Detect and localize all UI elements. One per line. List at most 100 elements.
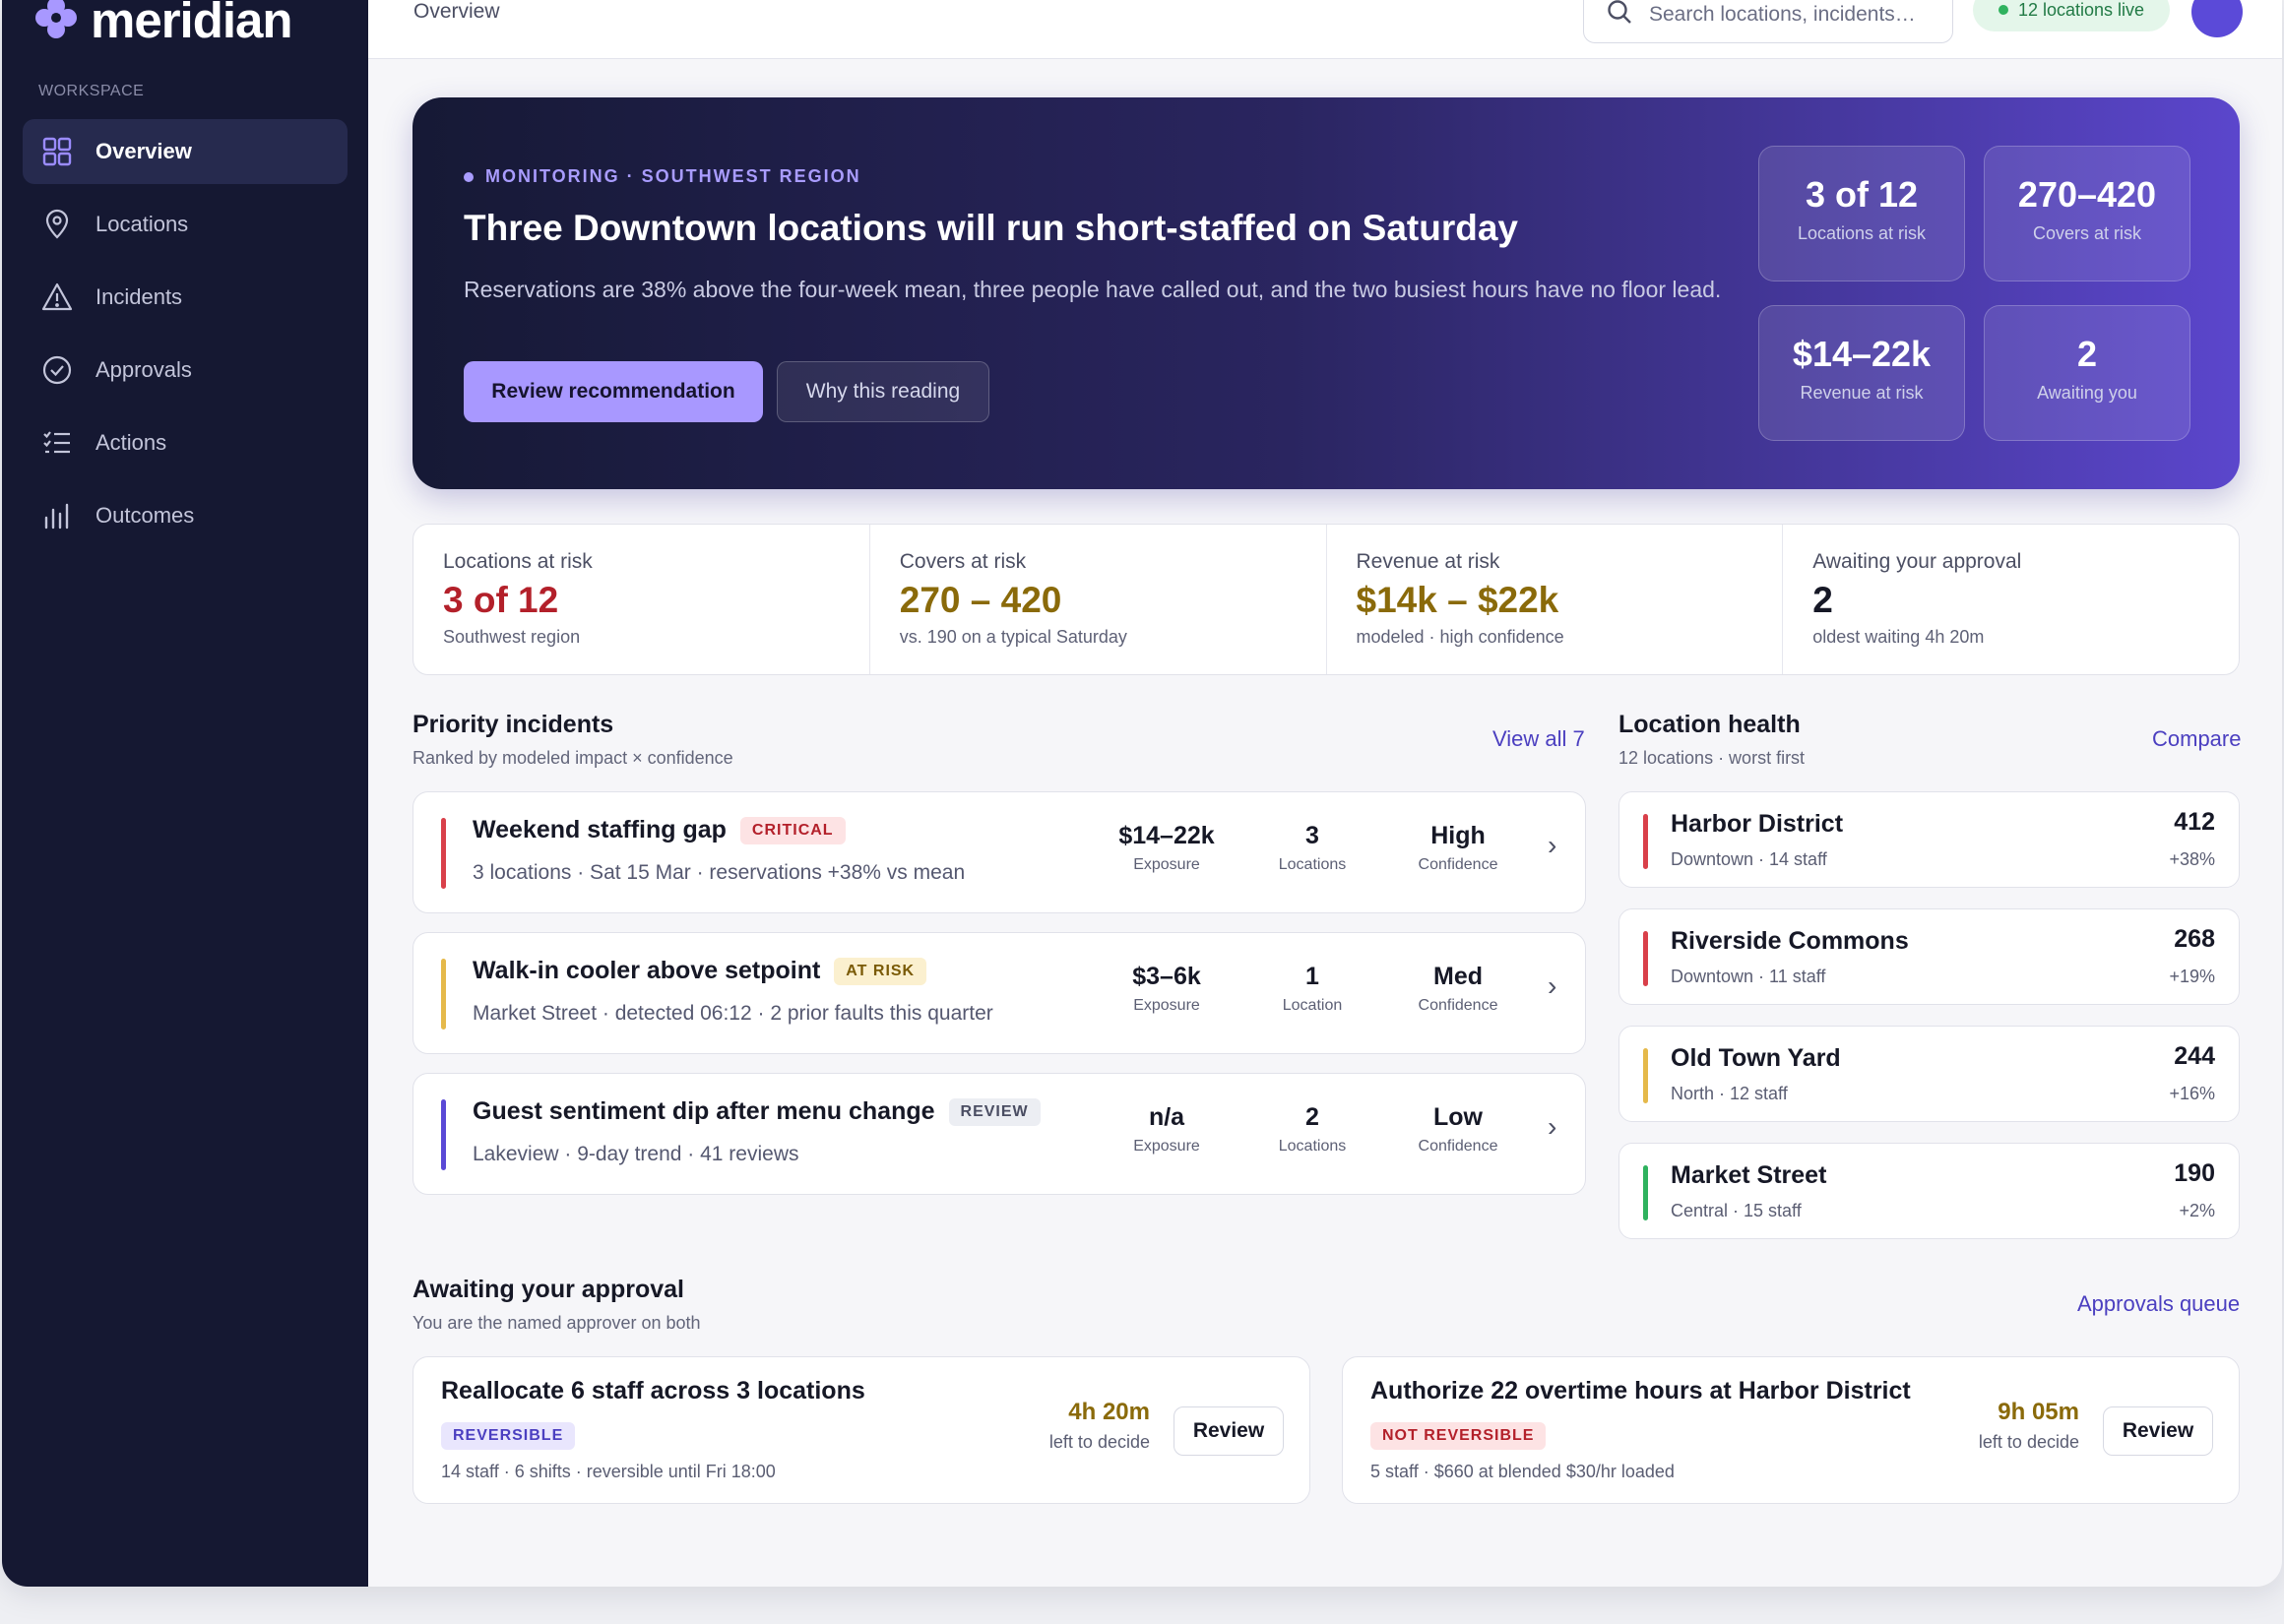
location-name: Riverside Commons — [1671, 927, 1909, 955]
topbar: Overview Search locations, incidents… 12… — [368, 0, 2282, 59]
reversibility-badge: NOT REVERSIBLE — [1370, 1422, 1547, 1450]
incident-meta: 3 locations · Sat 15 Mar · reservations … — [473, 861, 966, 884]
exposure-stat: n/a Exposure — [1093, 1103, 1240, 1156]
location-card[interactable]: Old Town Yard North · 12 staff 244 +16% — [1618, 1026, 2240, 1122]
hero-banner: MONITORING · SOUTHWEST REGION Three Down… — [412, 97, 2240, 489]
sidebar-item-locations[interactable]: Locations — [23, 192, 348, 257]
health-bar — [1643, 1165, 1648, 1220]
incidents-subtitle: Ranked by modeled impact × confidence — [412, 748, 733, 768]
live-status-label: 12 locations live — [2017, 0, 2145, 20]
review-button[interactable]: Review — [2103, 1406, 2213, 1456]
incidents-title: Priority incidents — [412, 711, 614, 738]
incident-meta: Lakeview · 9-day trend · 41 reviews — [473, 1143, 799, 1165]
brand[interactable]: meridian — [33, 0, 293, 49]
location-card[interactable]: Market Street Central · 15 staff 190 +2% — [1618, 1143, 2240, 1239]
sidebar-item-approvals[interactable]: Approvals — [23, 338, 348, 403]
sidebar-item-outcomes[interactable]: Outcomes — [23, 483, 348, 548]
health-bar — [1643, 1048, 1648, 1103]
map-pin-icon — [40, 208, 74, 241]
location-value: 190 — [2174, 1159, 2215, 1187]
location-name: Market Street — [1671, 1161, 1827, 1189]
bar-chart-icon — [40, 499, 74, 532]
approvals-queue-link[interactable]: Approvals queue — [2077, 1291, 2240, 1317]
kpi-title: Awaiting your approval — [1812, 550, 2022, 573]
chevron-right-icon[interactable]: › — [1548, 830, 1556, 861]
severity-badge: AT RISK — [834, 957, 927, 985]
chevron-right-icon[interactable]: › — [1548, 970, 1556, 1002]
location-name: Harbor District — [1671, 810, 1844, 838]
sidebar-item-label: Incidents — [95, 284, 183, 309]
stat-label: Exposure — [1133, 856, 1200, 873]
reversibility-badge: REVERSIBLE — [441, 1422, 576, 1450]
location-value: 244 — [2174, 1042, 2215, 1070]
locations-stat: 1 Location — [1238, 963, 1386, 1015]
incident-title: Guest sentiment dip after menu change RE… — [473, 1097, 1041, 1126]
review-button[interactable]: Review — [1174, 1406, 1284, 1456]
kpi-revenue-at-risk: Revenue at risk $14k – $22k modeled · hi… — [1327, 525, 1784, 674]
confidence-stat: High Confidence — [1384, 822, 1532, 874]
severity-badge: REVIEW — [948, 1097, 1041, 1126]
hero-stat-label: Covers at risk — [2032, 223, 2142, 243]
stat-value: Med — [1433, 963, 1483, 990]
location-card[interactable]: Harbor District Downtown · 14 staff 412 … — [1618, 791, 2240, 888]
kpi-value: $14k – $22k — [1356, 580, 1559, 620]
location-card[interactable]: Riverside Commons Downtown · 11 staff 26… — [1618, 908, 2240, 1005]
compare-link[interactable]: Compare — [2152, 726, 2241, 752]
kpi-subtitle: Southwest region — [443, 627, 581, 647]
kpi-row: Locations at risk 3 of 12 Southwest regi… — [412, 524, 2240, 675]
kpi-locations-at-risk: Locations at risk 3 of 12 Southwest regi… — [413, 525, 870, 674]
stat-value: 1 — [1305, 963, 1319, 990]
time-value: 9h 05m — [1998, 1399, 2079, 1425]
sidebar-item-overview[interactable]: Overview — [23, 119, 348, 184]
stat-label: Confidence — [1418, 856, 1498, 873]
hero-title: Three Downtown locations will run short-… — [464, 208, 1519, 248]
chevron-right-icon[interactable]: › — [1548, 1111, 1556, 1143]
hero-stat-value: $14–22k — [1792, 334, 1932, 374]
location-meta: Downtown · 14 staff — [1671, 849, 1827, 869]
kpi-title: Covers at risk — [899, 550, 1027, 573]
location-health-subtitle: 12 locations · worst first — [1618, 748, 1806, 768]
search-input[interactable]: Search locations, incidents… — [1583, 0, 1953, 43]
location-delta: +38% — [2169, 849, 2215, 869]
stat-label: Exposure — [1133, 1138, 1200, 1155]
kpi-value: 270 – 420 — [899, 580, 1062, 620]
stat-label: Confidence — [1418, 997, 1498, 1014]
severity-bar — [441, 959, 446, 1030]
location-delta: +2% — [2179, 1201, 2215, 1220]
kpi-subtitle: oldest waiting 4h 20m — [1812, 627, 1985, 647]
health-bar — [1643, 814, 1648, 869]
stat-label: Confidence — [1418, 1138, 1498, 1155]
why-this-reading-button[interactable]: Why this reading — [777, 361, 989, 422]
hero-stat-locations: 3 of 12 Locations at risk — [1758, 146, 1965, 281]
view-all-incidents-link[interactable]: View all 7 — [1492, 726, 1585, 752]
kpi-subtitle: modeled · high confidence — [1356, 627, 1564, 647]
incident-title: Walk-in cooler above setpoint AT RISK — [473, 957, 927, 985]
hero-stat-value: 2 — [2076, 334, 2098, 374]
location-value: 268 — [2174, 925, 2215, 953]
stat-value: 3 — [1305, 822, 1319, 849]
review-recommendation-button[interactable]: Review recommendation — [464, 361, 763, 422]
hero-stat-value: 270–420 — [2017, 174, 2157, 215]
approvals-subtitle: You are the named approver on both — [412, 1313, 701, 1333]
avatar[interactable] — [2191, 0, 2243, 37]
time-remaining: 9h 05m left to decide — [1979, 1399, 2079, 1453]
hero-stat-label: Awaiting you — [2037, 383, 2137, 403]
incident-card[interactable]: Guest sentiment dip after menu change RE… — [412, 1073, 1586, 1195]
check-circle-icon — [40, 353, 74, 387]
severity-bar — [441, 1099, 446, 1170]
incident-card[interactable]: Weekend staffing gap CRITICAL 3 location… — [412, 791, 1586, 913]
breadcrumb: Overview — [413, 0, 500, 23]
sidebar-item-actions[interactable]: Actions — [23, 410, 348, 475]
location-value: 412 — [2174, 808, 2215, 836]
sidebar-nav: Overview Locations Incidents Approvals A… — [23, 119, 348, 556]
stat-label: Location — [1282, 997, 1343, 1014]
location-delta: +16% — [2169, 1084, 2215, 1103]
eyebrow-dot-icon — [464, 171, 474, 182]
hero-eyebrow-label: MONITORING · SOUTHWEST REGION — [485, 166, 861, 186]
location-meta: North · 12 staff — [1671, 1084, 1788, 1103]
sidebar-item-incidents[interactable]: Incidents — [23, 265, 348, 330]
incident-name: Guest sentiment dip after menu change — [473, 1097, 935, 1125]
incident-card[interactable]: Walk-in cooler above setpoint AT RISK Ma… — [412, 932, 1586, 1054]
stat-value: $14–22k — [1118, 822, 1215, 849]
incident-name: Walk-in cooler above setpoint — [473, 957, 821, 984]
